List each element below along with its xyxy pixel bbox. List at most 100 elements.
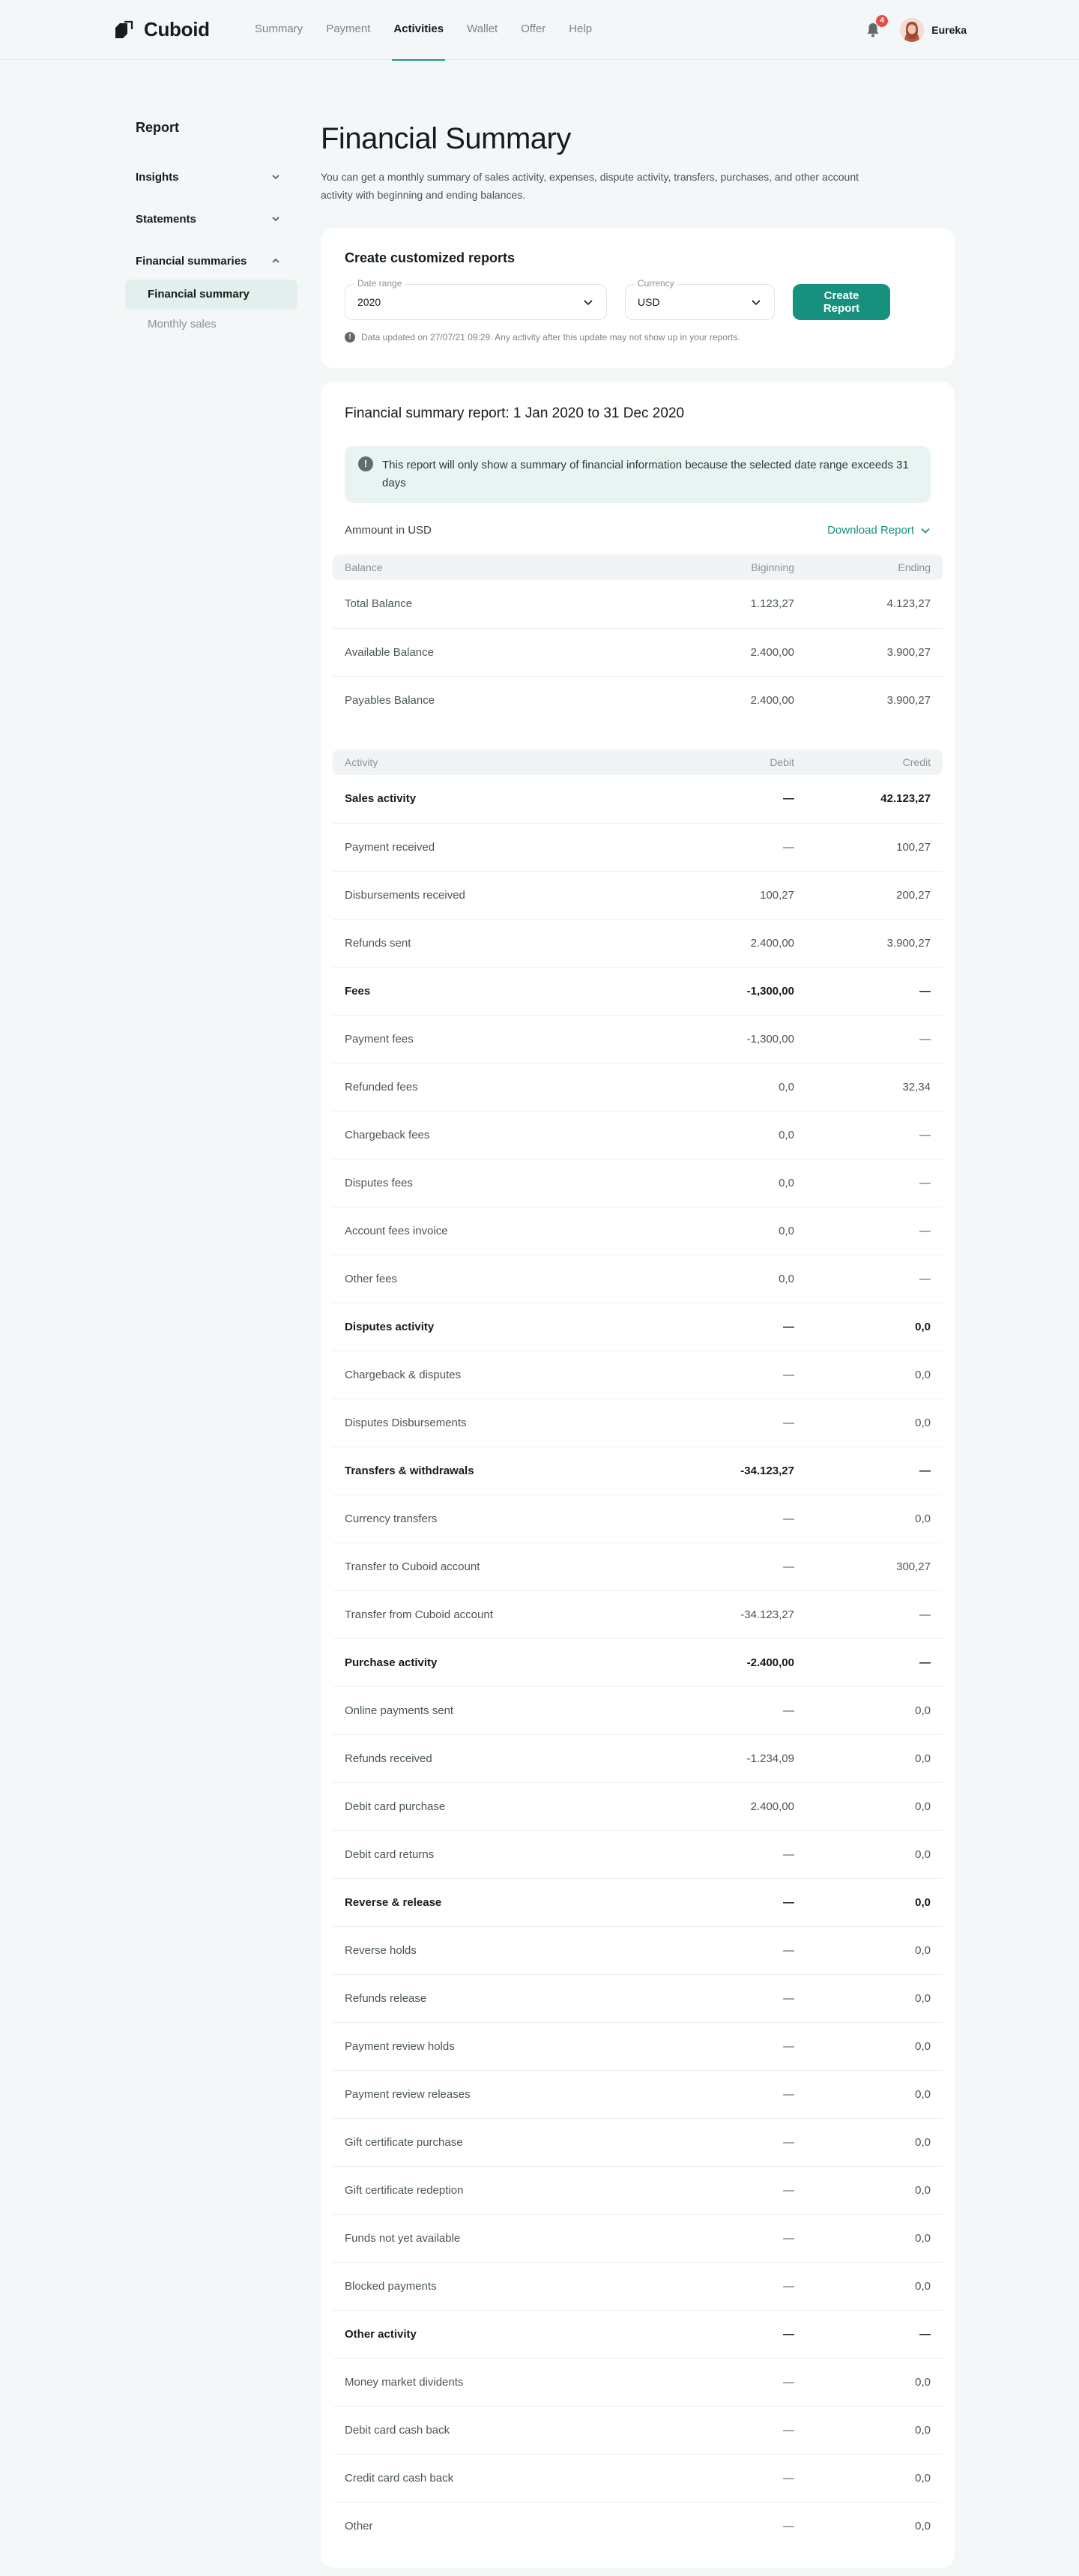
main-nav: Summary Payment Activities Wallet Offer … [255,0,615,61]
row-label: Funds not yet available [333,2214,646,2263]
sidebar-item-financial-summary[interactable]: Financial summary [125,280,297,310]
nav-help[interactable]: Help [569,0,592,60]
row-value: — [646,2262,796,2311]
amount-currency-label: Ammount in USD [345,524,432,537]
chevron-down-icon [752,300,761,306]
nav-activities[interactable]: Activities [392,0,445,61]
row-value: — [796,967,943,1016]
row-label: Credit card cash back [333,2454,646,2503]
sidebar-group-financial-summaries[interactable]: Financial summaries [136,253,281,269]
row-value: 200,27 [796,871,943,920]
row-value: — [646,1542,796,1591]
row-label: Money market dividents [333,2358,646,2407]
row-label: Payment review holds [333,2022,646,2071]
table-row: Payables Balance 2.400,00 3.900,27 [333,676,943,724]
info-icon: ! [358,456,373,471]
table-row: Debit card returns —0,0 [333,1830,943,1879]
chevron-down-icon [272,175,279,180]
currency-select[interactable]: Currency USD [625,278,775,320]
row-label: Transfer to Cuboid account [333,1542,646,1591]
table-row: Currency transfers —0,0 [333,1494,943,1543]
nav-summary[interactable]: Summary [255,0,303,60]
chevron-up-icon [272,258,279,263]
row-value: -2.400,00 [646,1638,796,1687]
nav-payment[interactable]: Payment [326,0,370,60]
table-row: Payment received —100,27 [333,823,943,872]
row-value: 0,0 [796,2070,943,2119]
nav-offer[interactable]: Offer [521,0,545,60]
row-label: Payment fees [333,1015,646,1064]
row-value: 0,0 [796,1830,943,1879]
sidebar-group-insights[interactable]: Insights [136,169,281,185]
table-row: Purchase activity -2.400,00— [333,1638,943,1687]
date-range-label: Date range [354,278,405,289]
table-row: Available Balance 2.400,00 3.900,27 [333,628,943,677]
row-value: — [646,1686,796,1735]
column-header: Biginning [646,555,796,580]
create-report-button[interactable]: Create Report [793,284,890,320]
table-row: Credit card cash back —0,0 [333,2454,943,2503]
nav-wallet[interactable]: Wallet [467,0,498,60]
financial-report-card: Financial summary report: 1 Jan 2020 to … [321,381,955,2568]
row-label: Debit card returns [333,1830,646,1879]
balance-header-row: Balance Biginning Ending [333,555,943,580]
row-value: — [796,1207,943,1255]
table-row: Payment review holds —0,0 [333,2022,943,2071]
notifications-button[interactable]: 4 [864,15,889,39]
brand[interactable]: Cuboid [112,18,210,41]
currency-label: Currency [635,278,677,289]
table-row: Reverse & release —0,0 [333,1878,943,1927]
row-label: Transfer from Cuboid account [333,1590,646,1639]
table-row: Account fees invoice 0,0— [333,1207,943,1255]
row-value: 0,0 [915,2519,931,2533]
row-value: 2.400,00 [646,628,796,677]
row-value: 0,0 [796,2166,943,2215]
chevron-down-icon [921,528,930,534]
row-value: — [796,1255,943,1303]
row-value: — [646,1878,796,1927]
row-label: Refunds received [333,1734,646,1783]
row-label: Account fees invoice [333,1207,646,1255]
page-description: You can get a monthly summary of sales a… [321,171,859,201]
date-range-value: 2020 [357,296,381,308]
row-label: Chargeback fees [333,1111,646,1159]
date-range-select[interactable]: Date range 2020 [345,278,607,320]
notification-badge: 4 [876,15,889,27]
table-row: Gift certificate purchase —0,0 [333,2118,943,2167]
table-row: Refunds sent 2.400,00 3.900,27 [333,919,943,968]
sidebar-item-monthly-sales[interactable]: Monthly sales [125,310,297,340]
table-row: Disputes Disbursements —0,0 [333,1399,943,1447]
row-value: — [646,2118,796,2167]
table-row: Debit card cash back —0,0 [333,2406,943,2455]
sidebar-title: Report [136,120,179,135]
currency-value: USD [638,296,660,308]
row-value: 0,0 [796,1782,943,1831]
row-value: 2.400,00 [750,693,794,707]
row-value: 2.400,00 [646,919,796,968]
row-value: — [796,2310,943,2359]
table-row: Payment fees -1,300,00— [333,1015,943,1064]
sidebar-group-label: Insights [136,170,179,184]
row-value: — [796,1638,943,1687]
row-value: 0,0 [796,1303,943,1351]
report-form: Date range 2020 Currency USD Create Repo… [345,278,931,320]
row-label: Chargeback & disputes [333,1351,646,1399]
row-value: 0,0 [796,1494,943,1543]
row-label: Refunded fees [333,1063,646,1111]
table-row: Online payments sent —0,0 [333,1686,943,1735]
table-row: Transfer from Cuboid account -34.123,27— [333,1590,943,1639]
activity-table: Activity Debit Credit Sales activity —42.… [333,749,943,2550]
activity-rows: Sales activity —42.123,27 Payment received… [333,775,943,2550]
row-label: Payment received [333,823,646,872]
table-row: Transfer to Cuboid account —300,27 [333,1542,943,1591]
alert-text: This report will only show a summary of … [382,459,909,489]
row-label: Disputes Disbursements [333,1399,646,1447]
brand-name: Cuboid [144,18,210,40]
download-report-button[interactable]: Download Report [827,524,931,537]
row-label: Gift certificate purchase [333,2118,646,2167]
avatar[interactable] [900,18,925,42]
row-value: — [646,1494,796,1543]
sidebar-group-statements[interactable]: Statements [136,211,281,227]
row-value: — [646,2214,796,2263]
row-value: 0,0 [796,1734,943,1783]
